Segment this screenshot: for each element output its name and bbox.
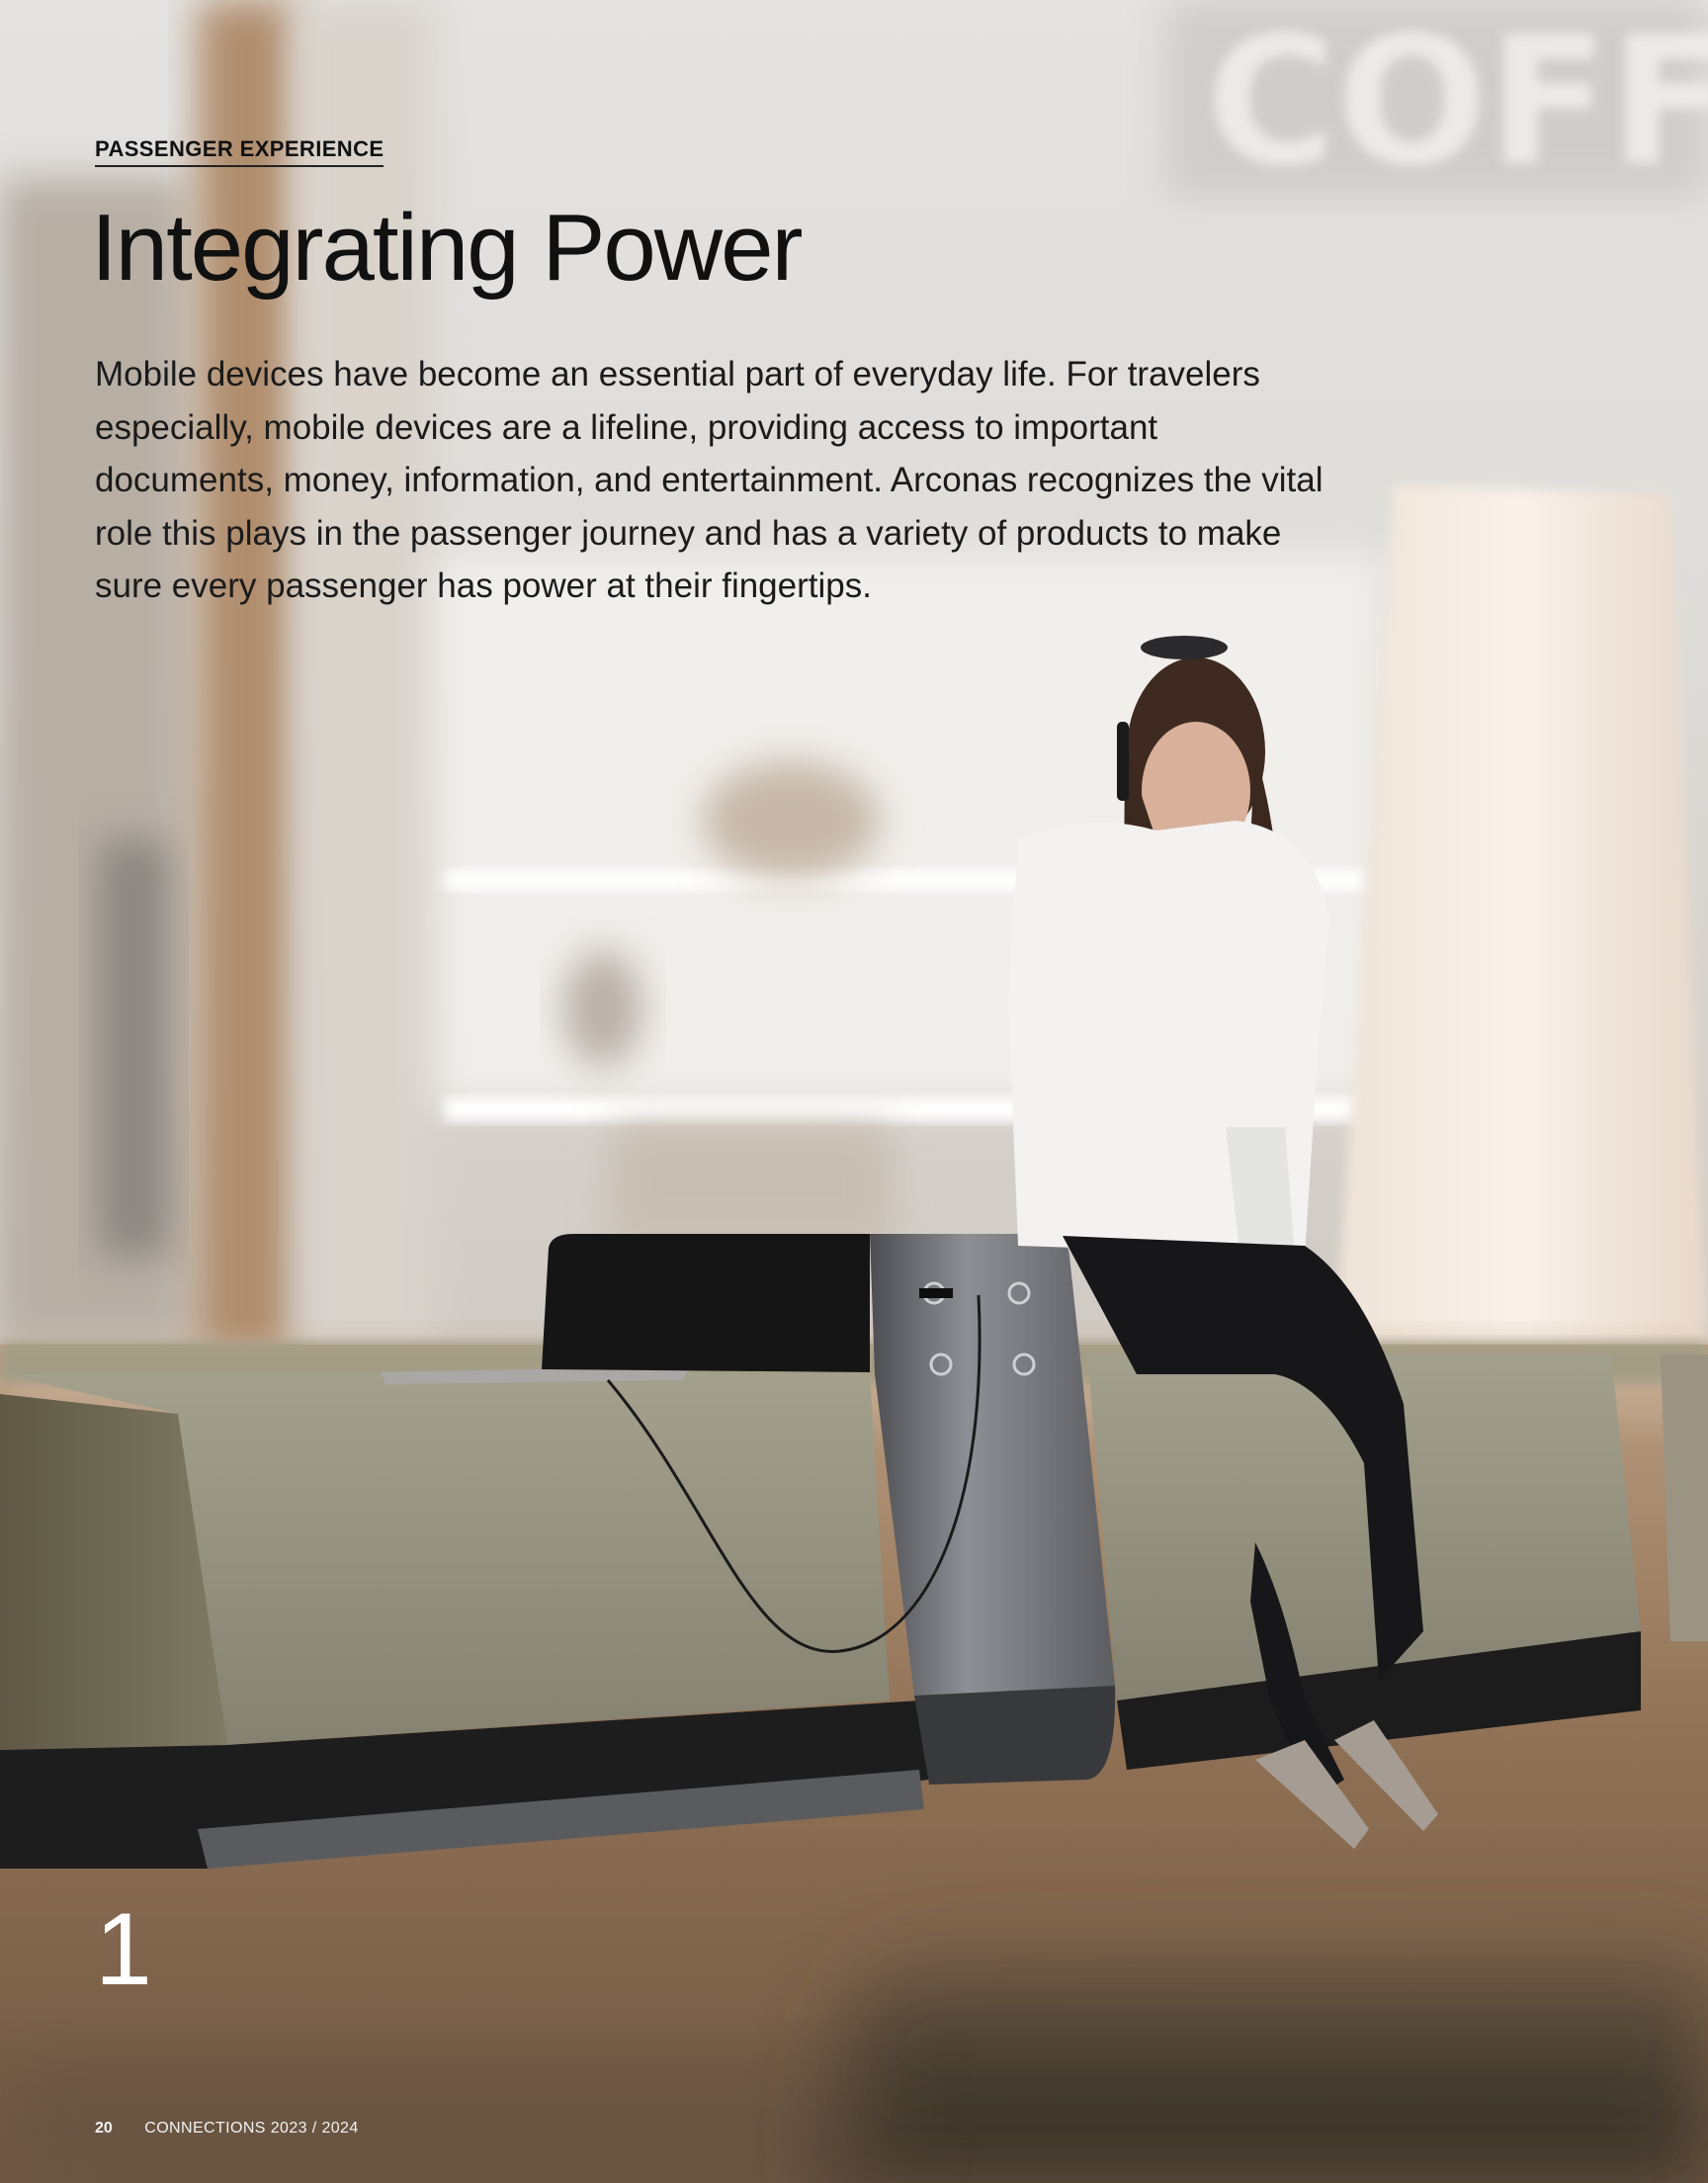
background-photo: COFFE: [0, 0, 1708, 2183]
svg-text:COFFE: COFFE: [1206, 0, 1708, 206]
page-title: Integrating Power: [91, 195, 803, 301]
page-number: 20: [95, 2120, 113, 2137]
feature-number: 1: [95, 1892, 152, 2007]
page-footer: 20 CONNECTIONS 2023 / 2024: [95, 2120, 359, 2138]
intro-paragraph: Mobile devices have become an essential …: [95, 355, 1324, 605]
section-label: PASSENGER EXPERIENCE: [95, 136, 384, 167]
publication-name: CONNECTIONS 2023 / 2024: [144, 2120, 359, 2137]
